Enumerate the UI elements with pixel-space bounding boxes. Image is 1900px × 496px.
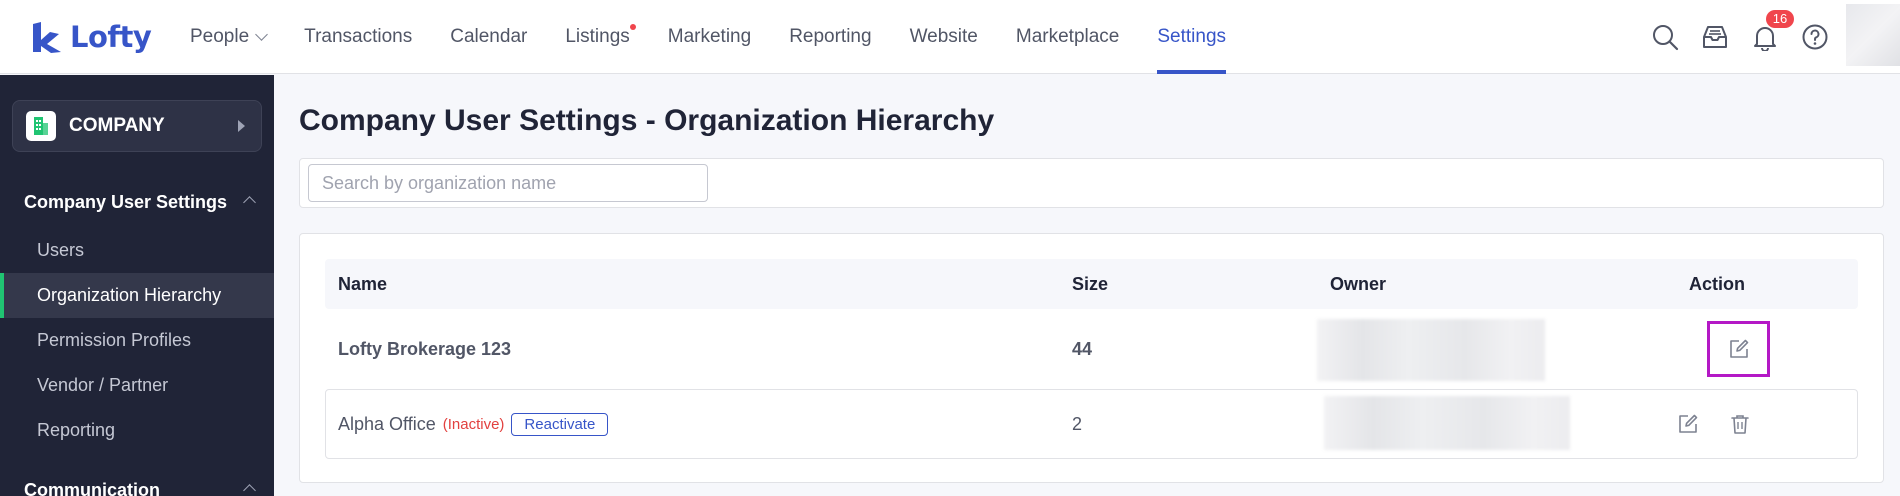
nav-item-reporting[interactable]: Reporting [789, 0, 871, 74]
sidebar-item-label: Permission Profiles [37, 330, 192, 350]
nav-item-transactions[interactable]: Transactions [304, 0, 412, 74]
trash-icon[interactable] [1723, 407, 1757, 441]
company-label: COMPANY [69, 115, 165, 136]
notification-count-badge: 16 [1766, 10, 1794, 28]
sidebar-item-users[interactable]: Users [0, 228, 274, 273]
page-title: Company User Settings - Organization Hie… [299, 104, 995, 137]
nav-label: Marketplace [1015, 26, 1120, 47]
lofty-logo-mark-icon [33, 22, 61, 53]
top-icon-group: 16 [1650, 0, 1850, 74]
edit-icon[interactable] [1671, 407, 1705, 441]
main-nav: People Transactions Calendar Listings Ma… [190, 0, 1264, 74]
avatar[interactable] [1846, 4, 1900, 66]
column-header-action: Action [1689, 274, 1745, 294]
sidebar-item-label: Reporting [37, 420, 116, 440]
nav-label: Listings [565, 26, 630, 47]
sidebar-item-label: Users [37, 240, 85, 260]
search-input[interactable] [308, 164, 708, 202]
brand-name: Lofty [70, 20, 152, 54]
table-row: Lofty Brokerage 123 44 [325, 309, 1858, 389]
nav-item-marketplace[interactable]: Marketplace [1016, 0, 1120, 74]
nav-label: Reporting [789, 26, 872, 47]
nav-label: Calendar [450, 26, 528, 47]
sidebar-item-organization-hierarchy[interactable]: Organization Hierarchy [0, 273, 274, 318]
search-panel [299, 158, 1884, 208]
sidebar-item-label: Organization Hierarchy [37, 285, 222, 305]
sidebar-section-title: Communication [24, 480, 161, 496]
chevron-up-icon [243, 196, 256, 209]
caret-right-icon [238, 120, 245, 132]
nav-item-calendar[interactable]: Calendar [450, 0, 527, 74]
inbox-icon[interactable] [1700, 22, 1730, 52]
sidebar-section-communication[interactable]: Communication [24, 480, 256, 496]
owner-redacted [1317, 319, 1545, 381]
sidebar-section-title: Company User Settings [24, 192, 228, 212]
column-header-owner: Owner [1330, 274, 1387, 294]
company-building-icon [26, 111, 56, 141]
org-size: 44 [1072, 338, 1093, 359]
org-name: Alpha Office [338, 413, 436, 434]
sidebar-item-vendor-partner[interactable]: Vendor / Partner [0, 363, 274, 408]
help-icon[interactable] [1800, 22, 1830, 52]
nav-label: Transactions [304, 26, 413, 47]
sidebar-item-label: Vendor / Partner [37, 375, 169, 395]
lofty-logo[interactable]: Lofty [30, 18, 152, 56]
nav-item-listings[interactable]: Listings [565, 0, 636, 74]
sidebar-section-company-user-settings[interactable]: Company User Settings [24, 192, 256, 213]
nav-item-settings[interactable]: Settings [1157, 0, 1226, 74]
column-header-name: Name [338, 274, 388, 294]
table-header: Name Size Owner Action [325, 259, 1858, 309]
nav-label: Website [909, 26, 978, 47]
notification-dot [629, 24, 636, 30]
table-row: Alpha Office (Inactive) Reactivate 2 [325, 389, 1858, 459]
sidebar-item-reporting[interactable]: Reporting [0, 408, 274, 453]
nav-item-marketing[interactable]: Marketing [668, 0, 751, 74]
organization-table: Name Size Owner Action Lofty Brokerage 1… [299, 233, 1884, 483]
org-name: Lofty Brokerage 123 [338, 338, 512, 359]
company-switcher[interactable]: COMPANY [12, 100, 262, 152]
chevron-up-icon [243, 484, 256, 496]
nav-item-people[interactable]: People [190, 0, 269, 74]
nav-label: Settings [1157, 26, 1227, 47]
sidebar-item-permission-profiles[interactable]: Permission Profiles [0, 318, 274, 363]
org-name-cell: Alpha Office (Inactive) Reactivate [338, 390, 609, 458]
highlight-box [1707, 321, 1770, 377]
owner-redacted [1324, 396, 1570, 450]
column-header-size: Size [1072, 274, 1109, 294]
nav-label: Marketing [667, 26, 752, 47]
top-navigation-bar: Lofty People Transactions Calendar Listi… [0, 0, 1900, 74]
org-size: 2 [1072, 413, 1083, 434]
nav-label: People [190, 26, 250, 47]
sidebar: COMPANY Company User Settings Users Orga… [0, 75, 274, 496]
chevron-down-icon [255, 27, 269, 41]
nav-item-website[interactable]: Website [910, 0, 978, 74]
search-icon[interactable] [1650, 22, 1680, 52]
bell-icon[interactable]: 16 [1750, 10, 1794, 52]
inactive-status: (Inactive) [442, 415, 505, 433]
reactivate-button[interactable]: Reactivate [511, 412, 609, 436]
